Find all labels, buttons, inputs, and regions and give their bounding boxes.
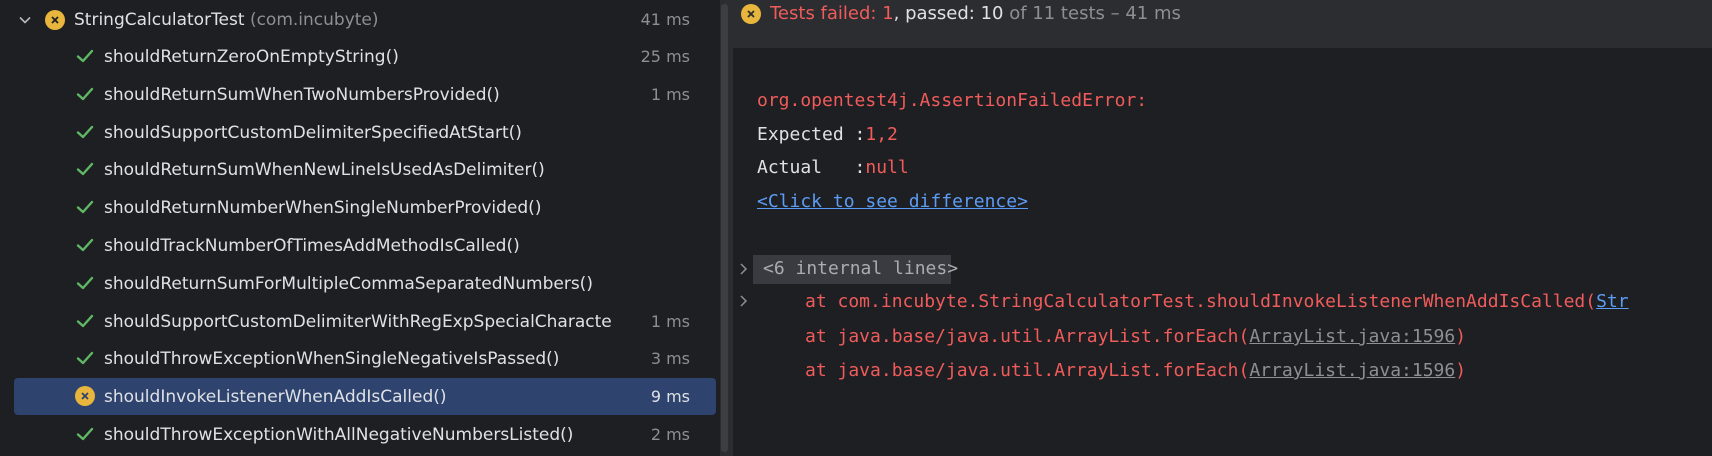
- test-row[interactable]: shouldSupportCustomDelimiterWithRegExpSp…: [0, 303, 720, 340]
- test-row[interactable]: shouldReturnSumForMultipleCommaSeparated…: [0, 265, 720, 302]
- check-icon: [76, 238, 94, 252]
- chevron-right-icon[interactable]: [739, 294, 749, 308]
- test-name: shouldReturnSumWhenNewLineIsUsedAsDelimi…: [104, 159, 545, 180]
- actual-value: null: [865, 157, 909, 178]
- test-time: 1 ms: [650, 312, 690, 331]
- test-name: shouldReturnSumWhenTwoNumbersProvided(): [104, 84, 500, 105]
- see-difference-link[interactable]: <Click to see difference>: [757, 191, 1028, 212]
- failed-status-icon: [741, 4, 761, 24]
- check-icon: [76, 427, 94, 441]
- test-time: 1 ms: [650, 85, 690, 104]
- check-icon: [76, 200, 94, 214]
- error-class: org.opentest4j.AssertionFailedError:: [757, 90, 1148, 111]
- check-icon: [76, 125, 94, 139]
- test-row[interactable]: shouldThrowExceptionWhenSingleNegativeIs…: [0, 340, 720, 377]
- test-row[interactable]: shouldTrackNumberOfTimesAddMethodIsCalle…: [0, 227, 720, 264]
- expected-label: Expected :: [757, 124, 866, 145]
- test-time: 9 ms: [650, 387, 690, 406]
- console-output-panel: Tests failed: 1, passed: 10 of 11 tests …: [733, 0, 1712, 456]
- test-name: shouldThrowExceptionWhenSingleNegativeIs…: [104, 348, 560, 369]
- stack-trace-link[interactable]: Str: [1596, 291, 1629, 312]
- test-name: shouldInvokeListenerWhenAddIsCalled(): [104, 386, 447, 407]
- check-icon: [76, 87, 94, 101]
- test-row[interactable]: shouldReturnSumWhenTwoNumbersProvided() 1…: [0, 76, 720, 113]
- actual-label: Actual :: [757, 157, 866, 178]
- check-icon: [76, 49, 94, 63]
- scrollbar[interactable]: [721, 4, 728, 452]
- chevron-down-icon[interactable]: [18, 13, 32, 27]
- suite-time: 41 ms: [640, 10, 690, 29]
- stack-trace-line: at java.base/java.util.ArrayList.forEach…: [805, 360, 1467, 381]
- test-row[interactable]: shouldReturnNumberWhenSingleNumberProvid…: [0, 189, 720, 226]
- expected-value: 1,2: [865, 124, 898, 145]
- test-name: shouldReturnSumForMultipleCommaSeparated…: [104, 273, 593, 294]
- total-summary: of 11 tests – 41 ms: [1003, 3, 1181, 24]
- suite-name: StringCalculatorTest: [74, 9, 245, 30]
- test-name: shouldTrackNumberOfTimesAddMethodIsCalle…: [104, 235, 520, 256]
- actual-line: Actual :null: [757, 157, 909, 178]
- stack-trace-link[interactable]: ArrayList.java:1596: [1249, 326, 1455, 347]
- test-summary-text: Tests failed: 1, passed: 10 of 11 tests …: [770, 3, 1181, 24]
- check-icon: [76, 351, 94, 365]
- test-name: shouldSupportCustomDelimiterWithRegExpSp…: [104, 311, 612, 332]
- internal-lines-fold[interactable]: <6 internal lines>: [753, 255, 958, 284]
- test-time: 2 ms: [650, 425, 690, 444]
- test-row[interactable]: shouldSupportCustomDelimiterSpecifiedAtS…: [0, 114, 720, 151]
- suite-package: (com.incubyte): [249, 9, 379, 30]
- failed-status-icon: [75, 386, 95, 406]
- test-time: 3 ms: [650, 349, 690, 368]
- chevron-right-icon[interactable]: [739, 262, 749, 276]
- internal-lines-label: <6 internal lines>: [763, 258, 959, 279]
- check-icon: [76, 314, 94, 328]
- test-row[interactable]: shouldReturnZeroOnEmptyString() 25 ms: [0, 38, 720, 75]
- check-icon: [76, 276, 94, 290]
- test-name: shouldReturnNumberWhenSingleNumberProvid…: [104, 197, 542, 218]
- test-row[interactable]: shouldReturnSumWhenNewLineIsUsedAsDelimi…: [0, 151, 720, 188]
- failed-status-icon: [45, 10, 65, 30]
- stack-trace-line: at com.incubyte.StringCalculatorTest.sho…: [805, 291, 1629, 312]
- passed-count: , passed: 10: [893, 3, 1004, 24]
- test-row[interactable]: shouldInvokeListenerWhenAddIsCalled() 9 m…: [0, 378, 720, 415]
- check-icon: [76, 162, 94, 176]
- expected-line: Expected :1,2: [757, 124, 898, 145]
- test-summary-bar: Tests failed: 1, passed: 10 of 11 tests …: [733, 0, 1712, 48]
- stack-trace-line: at java.base/java.util.ArrayList.forEach…: [805, 326, 1467, 347]
- test-name: shouldSupportCustomDelimiterSpecifiedAtS…: [104, 122, 522, 143]
- failed-count: Tests failed: 1: [770, 3, 894, 24]
- stack-trace-link[interactable]: ArrayList.java:1596: [1249, 360, 1455, 381]
- test-name: shouldReturnZeroOnEmptyString(): [104, 46, 399, 67]
- test-name: shouldThrowExceptionWithAllNegativeNumbe…: [104, 424, 574, 445]
- test-time: 25 ms: [640, 47, 690, 66]
- test-suite-row[interactable]: StringCalculatorTest (com.incubyte) 41 m…: [0, 1, 720, 38]
- test-row[interactable]: shouldThrowExceptionWithAllNegativeNumbe…: [0, 416, 720, 453]
- test-tree-panel: StringCalculatorTest (com.incubyte) 41 m…: [0, 0, 720, 456]
